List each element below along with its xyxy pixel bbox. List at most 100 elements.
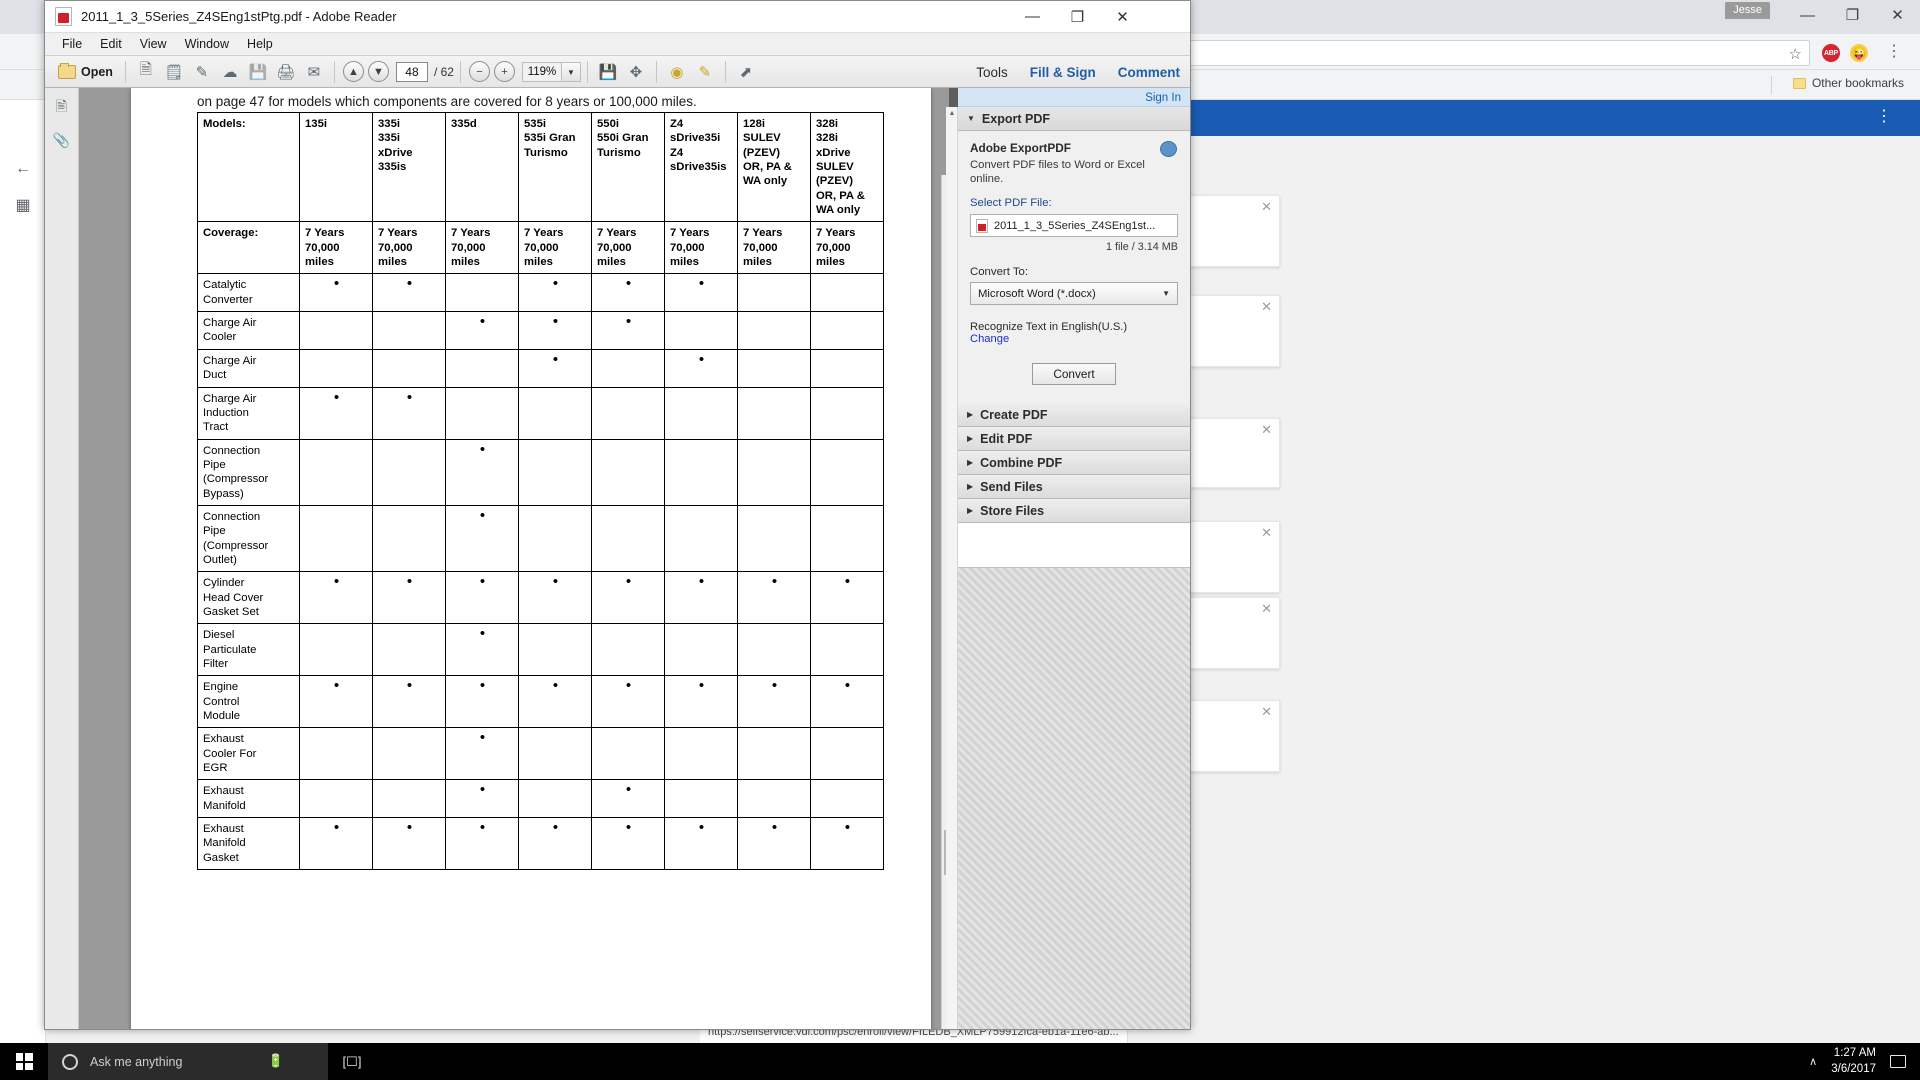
panel-spacer bbox=[970, 385, 1178, 404]
adblock-plus-icon[interactable]: ABP bbox=[1822, 44, 1840, 62]
fit-page-icon[interactable]: ✥ bbox=[622, 59, 650, 85]
action-center-icon[interactable] bbox=[1890, 1055, 1906, 1068]
store-files-section-header[interactable]: ▶ Store Files bbox=[958, 499, 1190, 524]
close-icon[interactable]: ✕ bbox=[1261, 300, 1272, 313]
start-button[interactable] bbox=[0, 1043, 48, 1080]
export-pdf-body: Adobe ExportPDF Convert PDF files to Wor… bbox=[958, 131, 1190, 404]
send-files-section-header[interactable]: ▶ Send Files bbox=[958, 475, 1190, 500]
component-name: Charge Air Cooler bbox=[197, 311, 300, 350]
close-icon[interactable]: ✕ bbox=[1261, 200, 1272, 213]
coverage-cell bbox=[518, 727, 592, 781]
coverage-cell bbox=[518, 623, 592, 677]
previous-page-button[interactable]: ▲ bbox=[342, 61, 364, 82]
search-input[interactable]: Ask me anything 🔋 bbox=[48, 1043, 328, 1080]
scroll-up-arrow-icon[interactable]: ▲ bbox=[946, 107, 958, 121]
zoom-level-input[interactable]: 119% bbox=[521, 61, 562, 82]
close-icon[interactable]: ✕ bbox=[1261, 423, 1272, 436]
pdf-file-icon bbox=[976, 218, 988, 233]
selected-file-box[interactable]: 2011_1_3_5Series_Z4SEng1st... bbox=[970, 214, 1178, 238]
page-more-menu-icon[interactable]: ⋮ bbox=[1876, 107, 1892, 127]
component-name: Diesel Particulate Filter bbox=[197, 623, 300, 677]
close-icon[interactable]: ✕ bbox=[1261, 705, 1272, 718]
edit-pdf-section-header[interactable]: ▶ Edit PDF bbox=[958, 427, 1190, 452]
back-arrow-icon[interactable]: ← bbox=[13, 160, 33, 178]
grid-menu-icon[interactable]: ▦ bbox=[13, 195, 33, 214]
reader-close-button[interactable]: ✕ bbox=[1100, 1, 1145, 32]
sign-in-link[interactable]: Sign In bbox=[1145, 92, 1181, 104]
save-floppy-icon[interactable]: 💾 bbox=[594, 59, 622, 85]
convert-button[interactable]: Convert bbox=[1032, 363, 1116, 386]
chevron-down-icon[interactable]: ▼ bbox=[561, 61, 581, 82]
microphone-icon[interactable]: 🔋 bbox=[268, 1053, 284, 1069]
chrome-profile-button[interactable]: Jesse bbox=[1725, 2, 1770, 19]
table-col-550i: 550i 550i Gran Turismo bbox=[591, 111, 665, 223]
show-hidden-icons-icon[interactable]: ∧ bbox=[1809, 1055, 1817, 1068]
emoji-extension-icon[interactable]: 😜 bbox=[1850, 44, 1868, 62]
menu-file[interactable]: File bbox=[53, 35, 91, 53]
menu-edit[interactable]: Edit bbox=[91, 35, 131, 53]
email-icon[interactable]: ✉ bbox=[300, 59, 328, 85]
coverage-cell bbox=[737, 623, 811, 677]
other-bookmarks-button[interactable]: Other bookmarks bbox=[1792, 76, 1904, 90]
system-tray: ∧ 1:27 AM 3/6/2017 bbox=[1809, 1043, 1920, 1080]
export-pdf-description: Convert PDF files to Word or Excel onlin… bbox=[970, 159, 1145, 186]
save-as-icon[interactable]: 🗎 bbox=[132, 59, 160, 85]
expand-icon[interactable]: ⬈ bbox=[732, 59, 760, 85]
chrome-maximize-button[interactable]: ❐ bbox=[1830, 0, 1875, 30]
page-top-note: on page 47 for models which components a… bbox=[197, 94, 697, 109]
table-row: Exhaust Manifold • • bbox=[197, 779, 884, 819]
coverage-cell: • bbox=[664, 675, 738, 729]
toolbar-divider bbox=[124, 60, 126, 83]
next-page-button[interactable]: ▼ bbox=[367, 61, 389, 82]
menu-help[interactable]: Help bbox=[238, 35, 282, 53]
coverage-value: 7 Years 70,000 miles bbox=[372, 221, 446, 275]
comment-button[interactable]: Comment bbox=[1118, 65, 1180, 80]
coverage-cell: • bbox=[591, 779, 665, 819]
zoom-in-button[interactable]: + bbox=[493, 61, 515, 82]
print-icon[interactable]: 🖨 bbox=[272, 59, 300, 85]
tools-button[interactable]: Tools bbox=[976, 65, 1008, 80]
coverage-value: 7 Years 70,000 miles bbox=[591, 221, 665, 275]
add-note-icon[interactable]: 🗒 bbox=[160, 59, 188, 85]
pdf-file-icon bbox=[55, 7, 72, 26]
chrome-menu-icon[interactable]: ⋮ bbox=[1886, 42, 1902, 62]
sticky-note-icon[interactable]: ◉ bbox=[663, 59, 691, 85]
coverage-dot-icon: • bbox=[552, 350, 559, 368]
coverage-cell: • bbox=[518, 817, 592, 871]
close-icon[interactable]: ✕ bbox=[1261, 526, 1272, 539]
page-number-input[interactable]: 48 bbox=[395, 61, 428, 82]
coverage-dot-icon: • bbox=[333, 275, 340, 293]
document-view[interactable]: on page 47 for models which components a… bbox=[79, 88, 957, 1029]
attachments-icon[interactable]: 📎 bbox=[50, 128, 74, 152]
chrome-minimize-button[interactable]: — bbox=[1785, 0, 1830, 30]
clock[interactable]: 1:27 AM 3/6/2017 bbox=[1831, 1046, 1876, 1076]
table-row: Cylinder Head Cover Gasket Set • • • • • • • • bbox=[197, 571, 884, 625]
selected-file-name: 2011_1_3_5Series_Z4SEng1st... bbox=[994, 219, 1156, 232]
highlight-text-icon[interactable]: ✎ bbox=[691, 59, 719, 85]
panel-scrollbar[interactable]: ▲ bbox=[946, 107, 958, 1029]
task-view-button[interactable]: [☐] bbox=[328, 1043, 376, 1080]
export-pdf-section-header[interactable]: ▼ Export PDF bbox=[958, 107, 1190, 131]
coverage-cell bbox=[737, 386, 811, 440]
coverage-cell bbox=[518, 779, 592, 819]
fill-and-sign-button[interactable]: Fill & Sign bbox=[1030, 65, 1096, 80]
reader-maximize-button[interactable]: ❐ bbox=[1055, 1, 1100, 32]
sign-icon[interactable]: ✎ bbox=[188, 59, 216, 85]
component-name: Charge Air Induction Tract bbox=[197, 386, 300, 440]
close-icon[interactable]: ✕ bbox=[1261, 602, 1272, 615]
save-icon[interactable]: 💾 bbox=[244, 59, 272, 85]
coverage-cell bbox=[445, 273, 519, 313]
combine-pdf-section-header[interactable]: ▶ Combine PDF bbox=[958, 451, 1190, 476]
bookmark-star-icon[interactable]: ☆ bbox=[1789, 45, 1802, 63]
chrome-close-button[interactable]: ✕ bbox=[1875, 0, 1920, 30]
change-language-link[interactable]: Change bbox=[970, 333, 1178, 345]
zoom-out-button[interactable]: − bbox=[468, 61, 490, 82]
menu-window[interactable]: Window bbox=[176, 35, 238, 53]
menu-view[interactable]: View bbox=[131, 35, 176, 53]
create-pdf-section-header[interactable]: ▶ Create PDF bbox=[958, 403, 1190, 428]
page-thumbnails-icon[interactable]: 🖹 bbox=[50, 96, 74, 120]
reader-minimize-button[interactable]: — bbox=[1010, 1, 1055, 32]
open-file-button[interactable]: Open bbox=[52, 62, 119, 79]
upload-cloud-icon[interactable]: ☁ bbox=[216, 59, 244, 85]
convert-to-select[interactable]: Microsoft Word (*.docx) ▼ bbox=[970, 282, 1178, 306]
